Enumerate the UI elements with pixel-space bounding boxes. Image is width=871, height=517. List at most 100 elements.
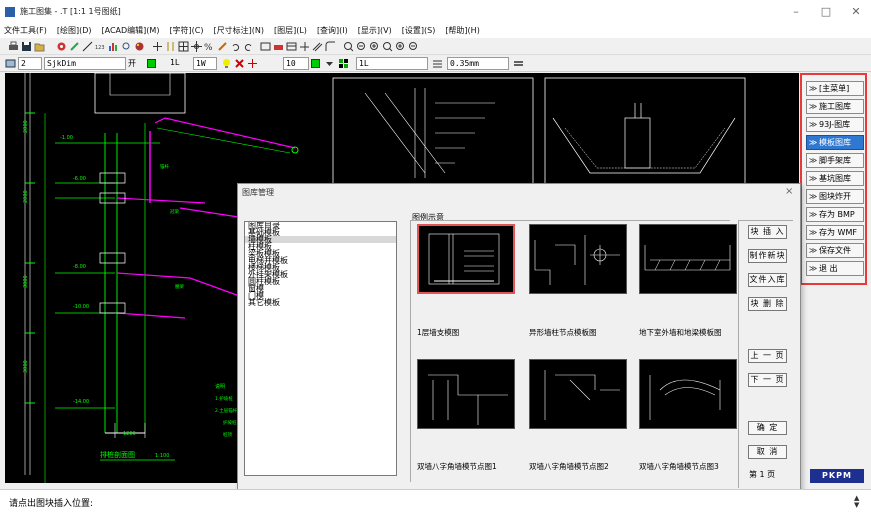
- snap-icon[interactable]: [247, 58, 258, 69]
- next-page-button[interactable]: 下 一 页: [748, 373, 787, 387]
- zoom-in-icon[interactable]: [395, 41, 406, 52]
- layer-tool-icon[interactable]: [56, 41, 67, 52]
- side-btn-save-bmp[interactable]: ≫ 存为 BMP: [806, 207, 864, 222]
- app-icon: [5, 7, 15, 17]
- side-btn-pit-library[interactable]: ≫ 基坑图库: [806, 171, 864, 186]
- thumbnail-1[interactable]: [417, 224, 515, 294]
- line-width-select[interactable]: 0.35mm: [447, 57, 509, 70]
- side-btn-main-menu[interactable]: ≫ [主菜单]: [806, 81, 864, 96]
- insert-block-button[interactable]: 块 插 入: [748, 225, 787, 239]
- text-color-swatch[interactable]: [311, 59, 320, 68]
- save-icon[interactable]: [21, 41, 32, 52]
- menu-view[interactable]: [显示](V): [354, 24, 398, 36]
- command-line[interactable]: 请点出图块插入位置: ▲ ▼: [0, 489, 871, 517]
- frame-icon[interactable]: [286, 41, 297, 52]
- delete-block-button[interactable]: 块 删 除: [748, 297, 787, 311]
- side-btn-save-file[interactable]: ≫ 保存文件: [806, 243, 864, 258]
- edit-pencil-icon[interactable]: [217, 41, 228, 52]
- menu-settings[interactable]: [设置](S): [398, 24, 442, 36]
- make-block-button[interactable]: 制作新块: [748, 249, 787, 263]
- erase-icon[interactable]: [273, 41, 284, 52]
- delete-x-icon[interactable]: [234, 58, 245, 69]
- layer-name-field[interactable]: SjkDim: [44, 57, 126, 70]
- ok-button[interactable]: 确 定: [748, 421, 787, 435]
- thumbnail-4[interactable]: [417, 359, 515, 429]
- dropdown-arrow-icon[interactable]: [324, 58, 335, 69]
- zoom-previous-icon[interactable]: [369, 41, 380, 52]
- palette-icon[interactable]: [134, 41, 145, 52]
- linetype-select[interactable]: 1L: [356, 57, 428, 70]
- menu-file[interactable]: 文件工具(F): [0, 24, 53, 36]
- side-btn-label: 脚手架库: [819, 156, 851, 165]
- previous-page-button[interactable]: 上 一 页: [748, 349, 787, 363]
- thumbnail-6[interactable]: [639, 359, 737, 429]
- rectangle-icon[interactable]: [260, 41, 271, 52]
- line-settings-icon[interactable]: [513, 58, 524, 69]
- lineweight-icon[interactable]: [432, 58, 443, 69]
- grid-icon[interactable]: [178, 41, 189, 52]
- maximize-button[interactable]: □: [812, 3, 840, 21]
- thumbnail-3[interactable]: [639, 224, 737, 294]
- brush-icon[interactable]: [69, 41, 80, 52]
- zoom-realtime-icon[interactable]: [356, 41, 367, 52]
- thumbnail-caption: 1层墙支模图: [417, 328, 460, 337]
- offset-icon[interactable]: [312, 41, 323, 52]
- open-icon[interactable]: [34, 41, 45, 52]
- color-grid-icon[interactable]: [338, 58, 349, 69]
- layer-manager-icon[interactable]: [5, 58, 16, 69]
- zoom-out-icon[interactable]: [408, 41, 419, 52]
- library-tree[interactable]: 图库目录 基础模板 墙模板 柱模板 梁板模板 电梯井模板 楼梯模板 外挂架模板 …: [244, 221, 397, 476]
- pan-icon[interactable]: [191, 41, 202, 52]
- side-btn-construction-library[interactable]: ≫ 施工图库: [806, 99, 864, 114]
- side-btn-label: 93J-图库: [819, 120, 851, 129]
- side-btn-scaffold-library[interactable]: ≫ 脚手架库: [806, 153, 864, 168]
- layer-color-swatch[interactable]: [147, 59, 156, 68]
- tree-item[interactable]: 窗模: [245, 285, 396, 293]
- menu-draw[interactable]: [绘图](D): [53, 24, 98, 36]
- save-to-library-button[interactable]: 文件入库: [748, 273, 787, 287]
- cancel-button[interactable]: 取 消: [748, 445, 787, 459]
- chart-icon[interactable]: [108, 41, 119, 52]
- close-button[interactable]: ✕: [842, 3, 870, 21]
- side-btn-explode-block[interactable]: ≫ 图块炸开: [806, 189, 864, 204]
- redo-icon[interactable]: [243, 41, 254, 52]
- tree-item[interactable]: 其它模板: [245, 299, 396, 307]
- menu-help[interactable]: [帮助](H): [441, 24, 486, 36]
- menu-dimension[interactable]: [尺寸标注](N): [210, 24, 270, 36]
- side-btn-label: 存为 BMP: [819, 210, 855, 219]
- command-scroll-icon[interactable]: ▲ ▼: [854, 495, 859, 509]
- side-btn-save-wmf[interactable]: ≫ 存为 WMF: [806, 225, 864, 240]
- undo-icon[interactable]: [230, 41, 241, 52]
- menu-acad-edit[interactable]: [ACAD编辑](M): [98, 24, 166, 36]
- move-icon[interactable]: [152, 41, 163, 52]
- side-btn-93j-library[interactable]: ≫ 93J-图库: [806, 117, 864, 132]
- zoom-extents-icon[interactable]: [382, 41, 393, 52]
- pkpm-logo: PKPM: [810, 469, 864, 483]
- double-chevron-icon: ≫: [808, 174, 818, 183]
- side-btn-formwork-library[interactable]: ≫ 模板图库: [806, 135, 864, 150]
- line-icon[interactable]: [82, 41, 93, 52]
- minimize-button[interactable]: –: [782, 3, 810, 21]
- dialog-close-icon[interactable]: ×: [785, 186, 793, 197]
- lineweight-select[interactable]: 1W: [193, 57, 217, 70]
- percent-icon[interactable]: %: [204, 41, 215, 52]
- menu-text[interactable]: [字符](C): [165, 24, 209, 36]
- tree-item[interactable]: 圆柱模板: [245, 278, 396, 286]
- align-icon[interactable]: [165, 41, 176, 52]
- text-height-field[interactable]: 10: [283, 57, 309, 70]
- menu-query[interactable]: [查询](I): [313, 24, 354, 36]
- layer-number-field[interactable]: 2: [18, 57, 42, 70]
- zoom-window-icon[interactable]: [343, 41, 354, 52]
- print-icon[interactable]: [8, 41, 19, 52]
- double-chevron-icon: ≫: [808, 264, 818, 273]
- thumbnail-2[interactable]: [529, 224, 627, 294]
- numbering-icon[interactable]: 123: [95, 41, 106, 52]
- thumbnail-5[interactable]: [529, 359, 627, 429]
- bulb-icon[interactable]: [221, 58, 232, 69]
- fillet-icon[interactable]: [325, 41, 336, 52]
- double-chevron-icon: ≫: [808, 246, 818, 255]
- menu-layer[interactable]: [图层](L): [270, 24, 313, 36]
- cross-line-icon[interactable]: [299, 41, 310, 52]
- side-btn-exit[interactable]: ≫ 退 出: [806, 261, 864, 276]
- zoom-tool-icon[interactable]: [121, 41, 132, 52]
